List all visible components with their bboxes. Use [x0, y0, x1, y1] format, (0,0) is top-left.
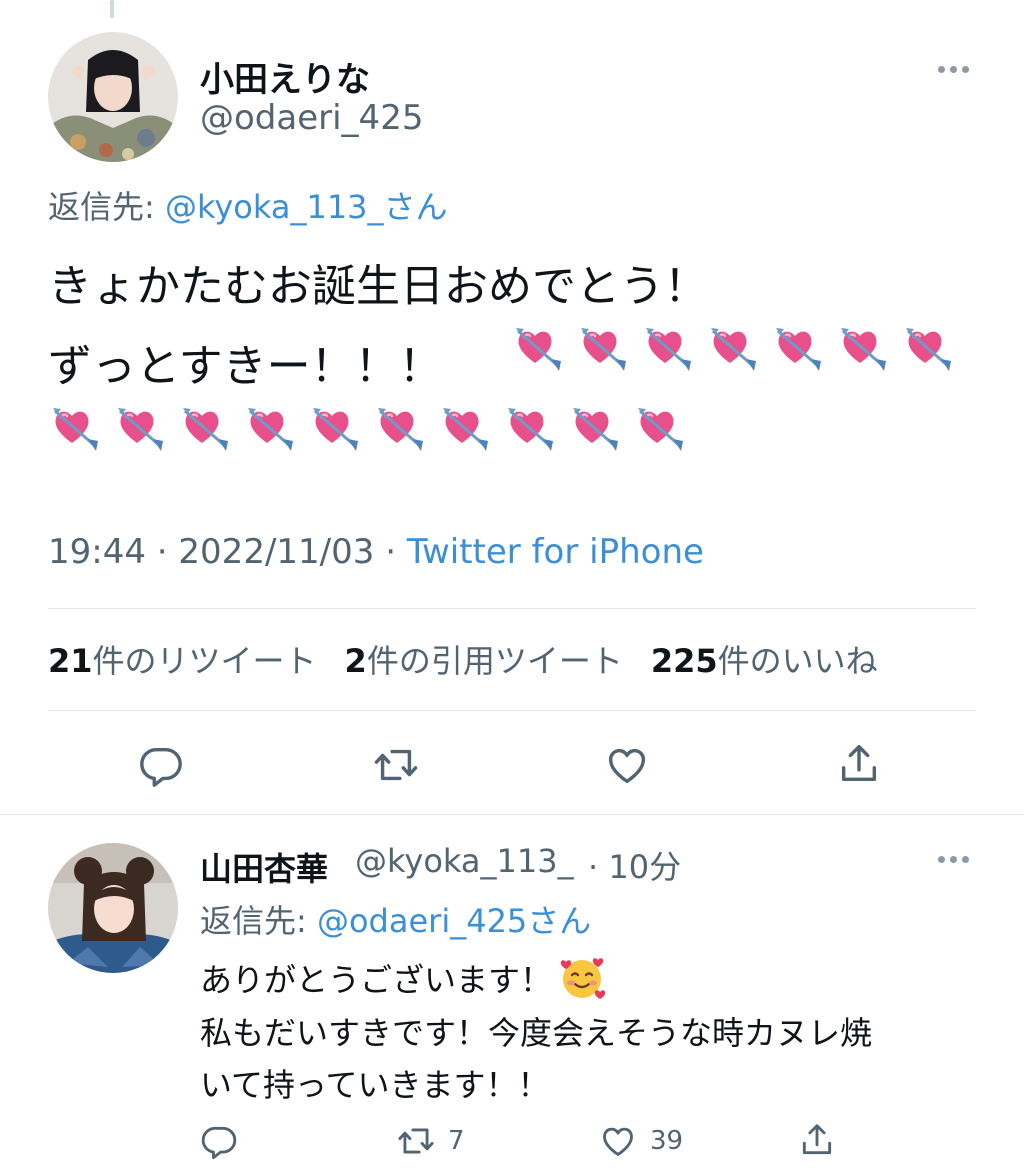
author-handle[interactable]: @odaeri_425 — [200, 98, 423, 138]
retweets-count: 21 — [48, 642, 93, 680]
tweet-date[interactable]: 2022/11/03 — [178, 532, 374, 572]
more-icon[interactable] — [938, 856, 969, 863]
heart-with-arrow-emoji — [442, 406, 490, 453]
reply-author-name[interactable]: 山田杏華 — [200, 844, 328, 890]
tweet-time: 19:44 — [48, 532, 146, 572]
emoji-row-line3 — [52, 405, 685, 453]
reply-button[interactable] — [138, 742, 184, 788]
likes-label: 件のいいね — [717, 642, 878, 680]
reply-time-ago[interactable]: · 10分 — [588, 842, 681, 888]
reply-to-prefix: 返信先: — [48, 188, 165, 226]
reply-share-button[interactable] — [798, 1120, 836, 1160]
heart-with-arrow-emoji — [840, 326, 888, 373]
author-name[interactable]: 小田えりな — [200, 52, 370, 101]
more-icon[interactable] — [938, 66, 969, 73]
reply-icon — [201, 1126, 237, 1160]
quotes-count: 2 — [344, 642, 367, 680]
reply-text-line3: いて持っていきます！！ — [200, 1066, 550, 1104]
reply-to-line: 返信先: @kyoka_113_さん — [48, 182, 448, 228]
reply-text-line2: 私もだいすきです！今度会えそうな時カヌレ焼 — [200, 1014, 873, 1052]
retweets-stat[interactable]: 21件のリツイート — [48, 636, 317, 682]
heart-with-arrow-emoji — [117, 406, 165, 453]
reply-reply-to-line: 返信先: @odaeri_425さん — [200, 896, 591, 942]
reply-avatar[interactable] — [48, 843, 178, 973]
reply-text-line1: ありがとうございます！ — [200, 954, 606, 1002]
avatar[interactable] — [48, 32, 178, 162]
retweets-label: 件のリツイート — [92, 642, 317, 680]
reply-to-prefix: 返信先: — [200, 902, 317, 940]
quotes-label: 件の引用ツイート — [366, 642, 623, 680]
heart-with-arrow-emoji — [572, 406, 620, 453]
heart-with-arrow-emoji — [507, 406, 555, 453]
retweet-button[interactable] — [372, 742, 420, 788]
meta-separator: · — [374, 532, 407, 572]
tweet-separator — [0, 814, 1024, 815]
heart-with-arrow-emoji — [182, 406, 230, 453]
share-button[interactable] — [836, 740, 882, 788]
heart-icon — [603, 1127, 633, 1156]
smiling-face-with-hearts-emoji — [560, 958, 606, 999]
share-icon — [802, 1124, 832, 1155]
reply-text-line1-content: ありがとうございます！ — [200, 961, 553, 999]
tweet-text-line1: きょかたむお誕生日おめでとう！ — [48, 261, 708, 312]
quotes-stat[interactable]: 2件の引用ツイート — [345, 636, 623, 682]
heart-with-arrow-emoji — [645, 326, 693, 373]
heart-with-arrow-emoji — [247, 406, 295, 453]
heart-with-arrow-emoji — [905, 326, 953, 373]
retweet-icon — [374, 749, 418, 781]
heart-with-arrow-emoji — [52, 406, 100, 453]
likes-count: 225 — [650, 642, 718, 680]
heart-with-arrow-emoji — [775, 326, 823, 373]
tweet-meta: 19:44 · 2022/11/03 · Twitter for iPhone — [48, 532, 704, 572]
reply-author-handle[interactable]: @kyoka_113_ — [355, 842, 574, 880]
reply-reply-button[interactable] — [200, 1122, 238, 1160]
like-count: 39 — [650, 1126, 684, 1156]
retweet-icon — [398, 1128, 434, 1154]
tweet-text-line2: ずっとすきー！！！ — [48, 341, 443, 392]
reply-like-button[interactable]: 39 — [598, 1122, 683, 1160]
share-icon — [841, 745, 877, 782]
thread-connector-line — [110, 0, 114, 18]
like-button[interactable] — [604, 742, 650, 788]
heart-with-arrow-emoji — [637, 406, 685, 453]
divider — [48, 710, 976, 711]
heart-with-arrow-emoji — [312, 406, 360, 453]
reply-to-handle-link[interactable]: @odaeri_425さん — [317, 902, 591, 940]
retweet-count: 7 — [448, 1126, 465, 1156]
reply-to-handle-link[interactable]: @kyoka_113_さん — [165, 188, 448, 226]
engagement-stats: 21件のリツイート 2件の引用ツイート 225件のいいね — [48, 636, 878, 682]
heart-with-arrow-emoji — [377, 406, 425, 453]
heart-with-arrow-emoji — [710, 326, 758, 373]
tweet-source-link[interactable]: Twitter for iPhone — [407, 532, 704, 572]
reply-icon — [140, 747, 182, 787]
likes-stat[interactable]: 225件のいいね — [651, 636, 878, 682]
divider — [48, 608, 976, 609]
heart-with-arrow-emoji — [515, 326, 563, 373]
heart-with-arrow-emoji — [580, 326, 628, 373]
heart-icon — [608, 748, 646, 784]
reply-retweet-button[interactable]: 7 — [396, 1122, 465, 1160]
emoji-row-line2 — [515, 325, 953, 373]
meta-separator: · — [145, 532, 179, 572]
